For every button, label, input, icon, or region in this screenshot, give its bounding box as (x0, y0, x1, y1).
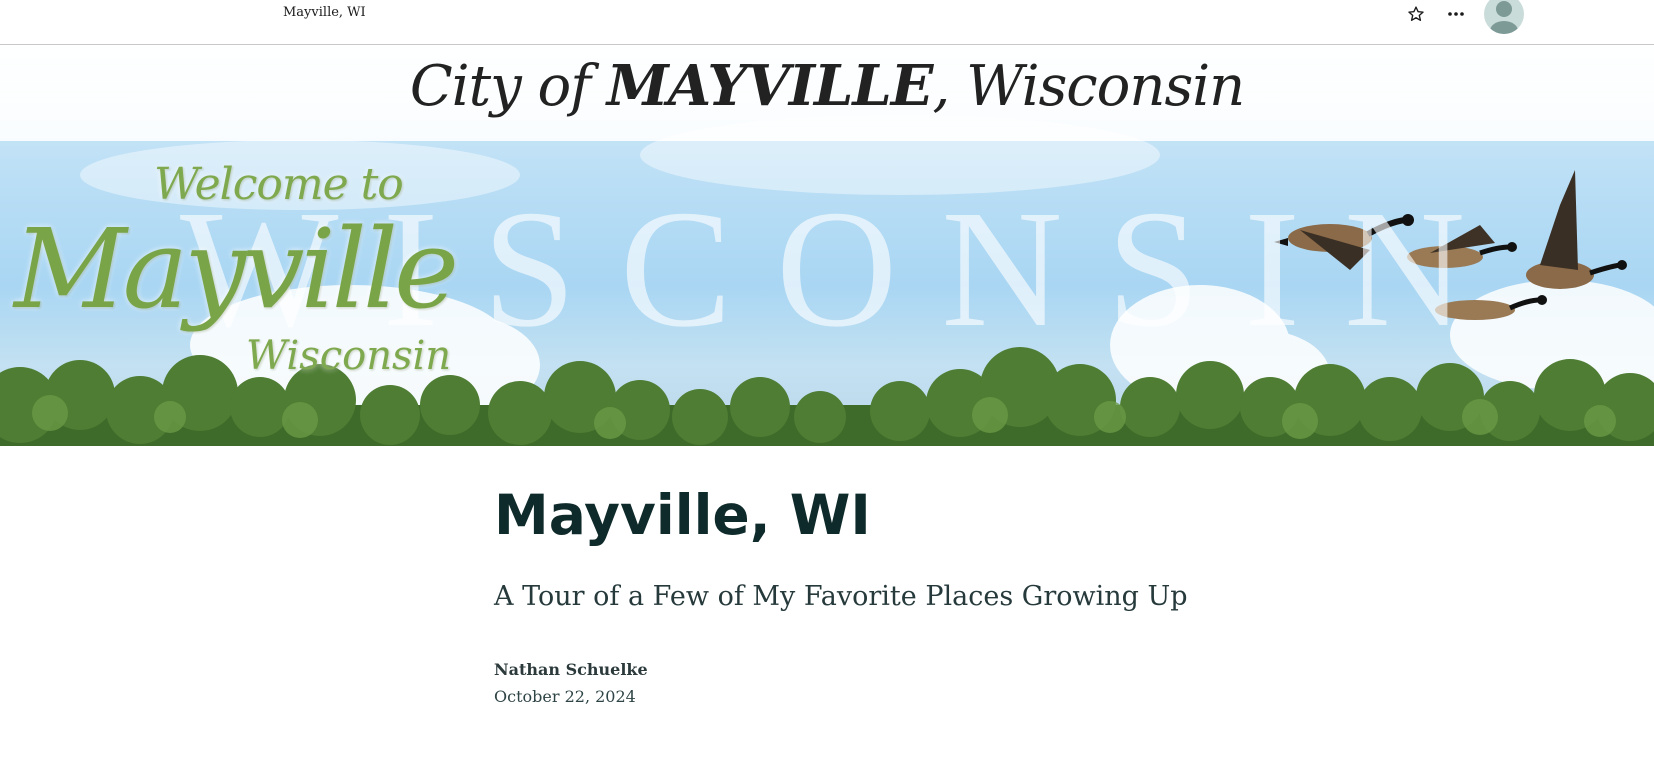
city-prefix: City of (409, 54, 607, 119)
welcome-to-mayville-logo: Welcome to Mayville Wisconsin (14, 145, 459, 435)
top-bar: Mayville, WI (0, 0, 1654, 45)
publish-date: October 22, 2024 (494, 687, 636, 706)
author-name[interactable]: Nathan Schuelke (494, 660, 648, 679)
favorite-button[interactable] (1402, 2, 1430, 26)
more-options-icon (1448, 12, 1464, 16)
header-banner-image: City of MAYVILLE, Wisconsin WISCONSIN We… (0, 45, 1654, 446)
more-options-button[interactable] (1442, 2, 1470, 26)
article-title: Mayville, WI (494, 483, 871, 547)
welcome-mayville-text: Mayville (14, 205, 459, 333)
user-avatar-icon (1490, 1, 1518, 34)
welcome-wisconsin-text: Wisconsin (246, 333, 452, 379)
user-avatar[interactable] (1484, 0, 1524, 34)
city-suffix: , Wisconsin (932, 54, 1245, 119)
story-title-nav[interactable]: Mayville, WI (283, 5, 366, 20)
article-subtitle: A Tour of a Few of My Favorite Places Gr… (494, 581, 1188, 612)
city-of-mayville-heading: City of MAYVILLE, Wisconsin (0, 53, 1654, 119)
welcome-to-text: Welcome to (154, 159, 404, 210)
city-name: MAYVILLE (606, 53, 934, 119)
star-icon (1408, 6, 1424, 21)
